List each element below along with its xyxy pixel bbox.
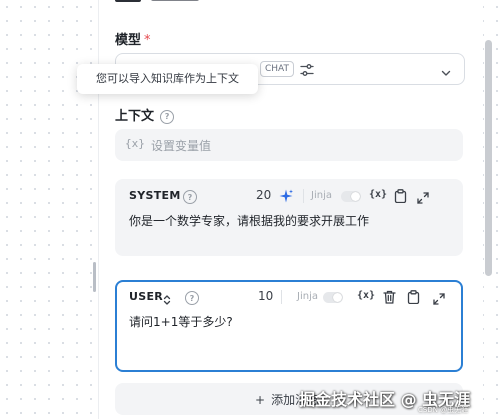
- expand-icon[interactable]: [417, 189, 429, 208]
- jinja-toggle[interactable]: [323, 292, 343, 303]
- required-mark: *: [144, 33, 151, 48]
- tab-settings[interactable]: [115, 0, 141, 2]
- jinja-label: Jinja: [297, 291, 318, 302]
- user-prompt-block[interactable]: USER ? 10 Jinja {x} 请问1+1等于多少?: [115, 280, 463, 372]
- model-label: 模型 *: [115, 29, 151, 48]
- model-mode-badge: CHAT: [260, 61, 295, 77]
- context-label-text: 上下文: [115, 109, 155, 124]
- user-role-label[interactable]: USER: [129, 290, 163, 303]
- jinja-label: Jinja: [311, 190, 332, 201]
- scrollbar[interactable]: [485, 40, 492, 276]
- question-circle-icon[interactable]: ?: [160, 109, 175, 124]
- panel-resize-handle[interactable]: [93, 262, 96, 292]
- system-prompt-text[interactable]: 你是一个数学专家，请根据我的要求开展工作: [129, 212, 369, 229]
- llm-node-config-panel: 模型 * CHAT 上下文? {x} 设置变量值 SYSTEM ? 20 Jin…: [98, 0, 483, 419]
- variable-icon: {x}: [125, 137, 145, 150]
- question-circle-icon[interactable]: ?: [183, 190, 197, 204]
- token-count: 20: [256, 188, 272, 202]
- context-label: 上下文?: [115, 105, 175, 124]
- watermark-sub: CSDN @虫无涯: [418, 406, 469, 414]
- clipboard-icon[interactable]: [394, 188, 407, 207]
- clipboard-icon[interactable]: [407, 289, 420, 308]
- context-variable-input[interactable]: {x} 设置变量值: [115, 129, 463, 161]
- sparkle-icon[interactable]: [279, 188, 293, 207]
- expand-icon[interactable]: [433, 290, 445, 309]
- sliders-icon[interactable]: [300, 62, 314, 81]
- context-variable-placeholder: 设置变量值: [151, 139, 212, 153]
- divider: [281, 290, 282, 304]
- user-prompt-text[interactable]: 请问1+1等于多少?: [129, 313, 233, 330]
- system-prompt-block[interactable]: SYSTEM ? 20 Jinja {x} 你是一个数学专家，请根据我的要求开展…: [115, 179, 463, 256]
- trash-icon[interactable]: [383, 289, 396, 308]
- model-label-text: 模型: [115, 33, 142, 48]
- divider: [303, 189, 304, 203]
- jinja-toggle[interactable]: [341, 191, 361, 202]
- chevron-down-icon[interactable]: [440, 64, 452, 83]
- tab-last-run[interactable]: [151, 0, 199, 1]
- role-switch-icon[interactable]: [163, 291, 171, 310]
- context-tooltip: 您可以导入知识库作为上下文: [77, 64, 258, 94]
- plus-icon: +: [255, 393, 266, 407]
- system-role-label: SYSTEM: [129, 189, 181, 202]
- token-count: 10: [258, 289, 274, 303]
- question-circle-icon[interactable]: ?: [185, 291, 199, 305]
- variable-icon[interactable]: {x}: [369, 189, 387, 200]
- variable-icon[interactable]: {x}: [357, 290, 375, 301]
